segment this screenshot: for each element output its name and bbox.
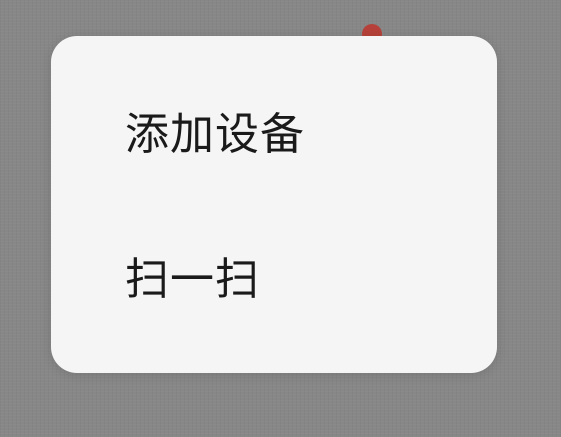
- menu-item-label: 添加设备: [125, 109, 305, 160]
- menu-item-label: 扫一扫: [125, 254, 260, 305]
- menu-item-add-device[interactable]: 添加设备: [51, 86, 497, 186]
- popup-menu: 添加设备 扫一扫: [51, 36, 497, 373]
- menu-item-scan[interactable]: 扫一扫: [51, 231, 497, 331]
